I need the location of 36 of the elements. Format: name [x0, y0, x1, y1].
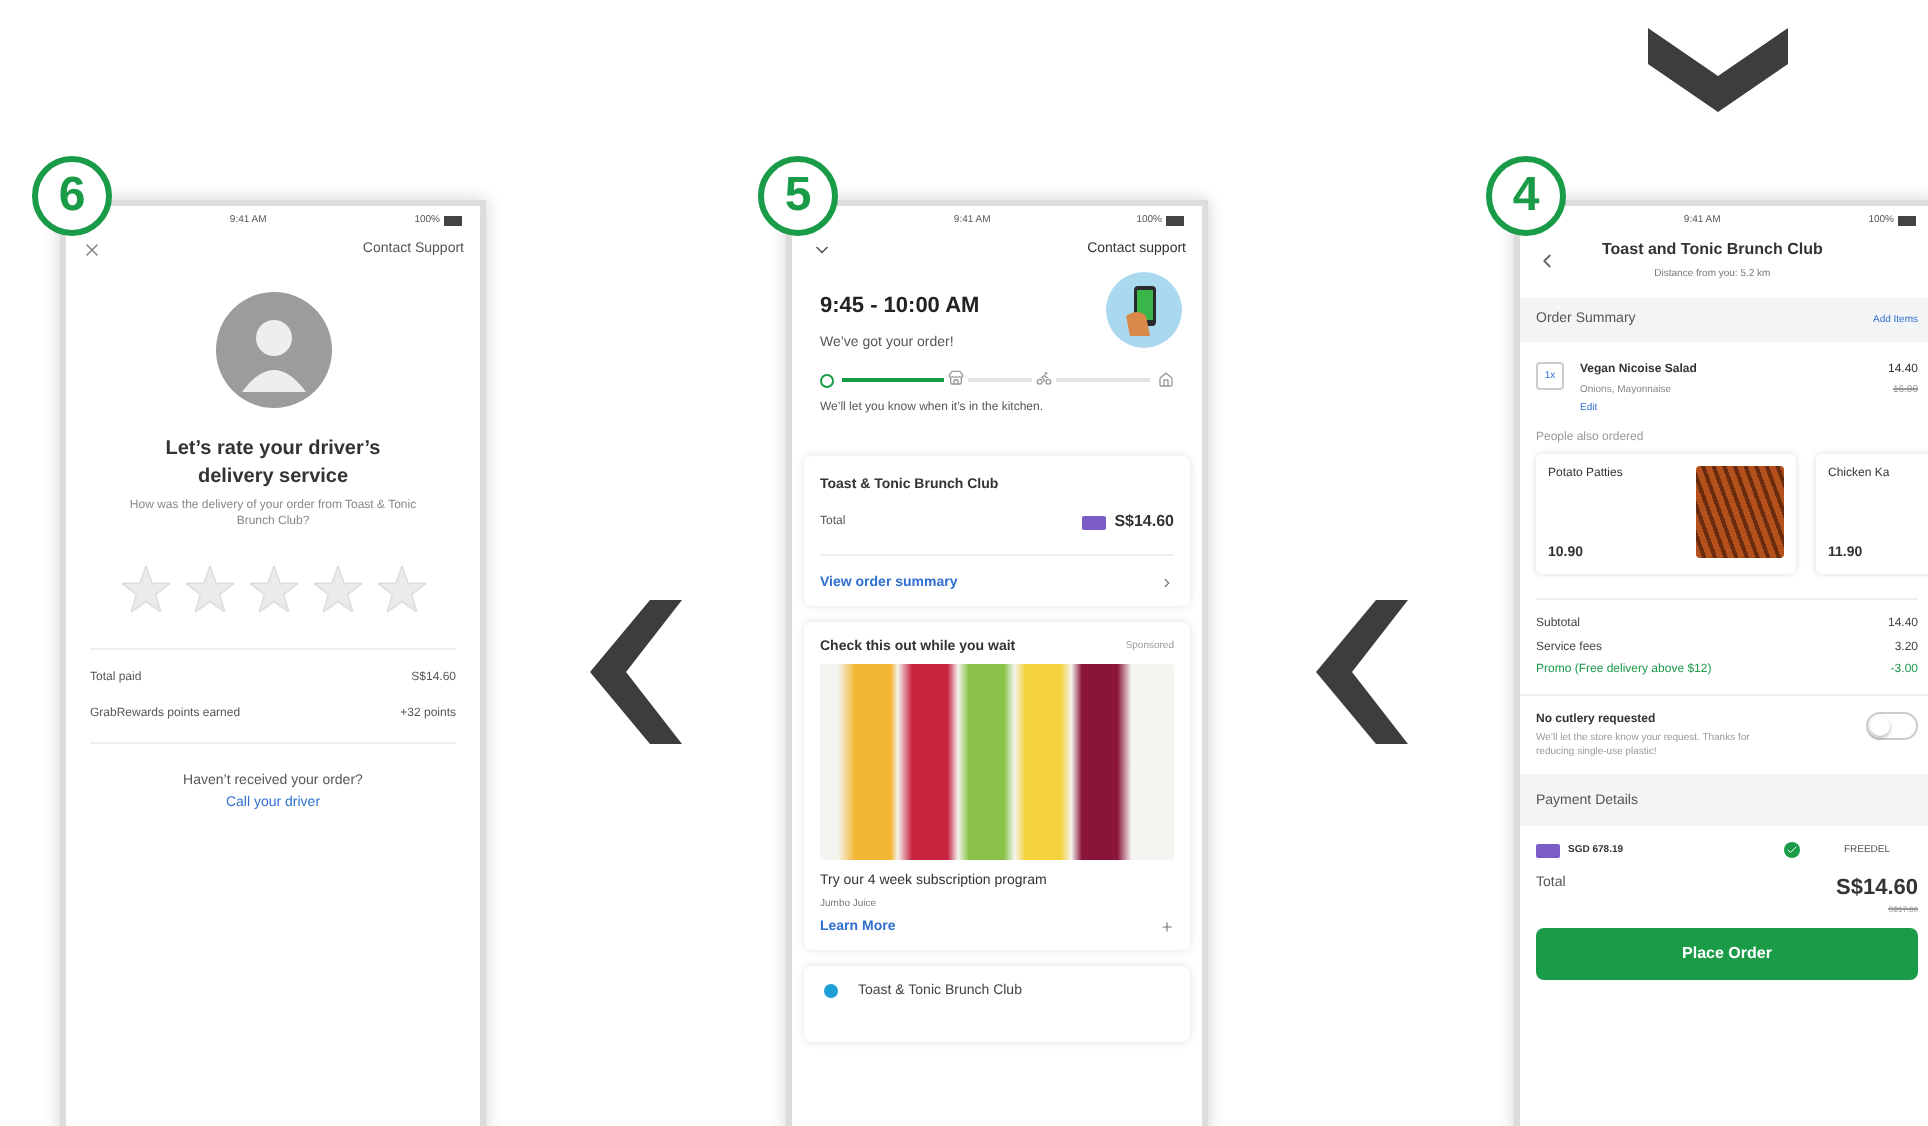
battery-icon — [1166, 215, 1186, 225]
chevron-right-icon — [1160, 575, 1174, 590]
card-icon — [1082, 515, 1107, 530]
step-number-badge: 6 — [32, 156, 112, 236]
store-icon — [947, 370, 964, 387]
phone-in-hand-drawing — [1106, 272, 1182, 348]
total-amount: S$14.60 — [1836, 874, 1918, 905]
place-order-button[interactable]: Place Order — [1536, 927, 1918, 980]
chevron-left-icon — [1315, 600, 1407, 744]
check-icon — [1783, 842, 1800, 859]
bike-icon — [1036, 370, 1053, 387]
restaurant-title: Toast and Tonic Brunch Club — [1602, 240, 1823, 262]
rating-heading: Let’s rate your driver’s delivery service — [163, 436, 383, 490]
delivery-time: 9:45 - 10:00 AM — [820, 292, 980, 322]
battery-icon — [444, 215, 464, 225]
star-icon[interactable] — [249, 566, 297, 613]
chevron-down-icon — [1648, 28, 1788, 112]
photo-placeholder — [1696, 466, 1784, 559]
card-icon — [1536, 843, 1560, 858]
home-icon — [1158, 372, 1174, 389]
step-number-badge: 4 — [1486, 156, 1566, 236]
cutlery-toggle[interactable] — [1866, 711, 1918, 740]
close-icon[interactable] — [82, 240, 102, 260]
star-icon[interactable] — [313, 566, 361, 613]
star-icon[interactable] — [185, 566, 233, 613]
chevron-left-icon — [590, 600, 682, 744]
location-dot-icon — [824, 984, 838, 999]
avatar-silhouette — [215, 292, 331, 408]
total-amount: S$14.60 — [1114, 511, 1174, 534]
star-rating[interactable] — [121, 566, 425, 613]
plus-icon[interactable] — [1160, 920, 1174, 935]
start-marker-icon — [820, 373, 834, 388]
battery-icon — [1898, 215, 1918, 225]
star-icon[interactable] — [377, 566, 425, 613]
star-icon[interactable] — [121, 566, 169, 613]
step-number-badge: 5 — [758, 156, 838, 236]
